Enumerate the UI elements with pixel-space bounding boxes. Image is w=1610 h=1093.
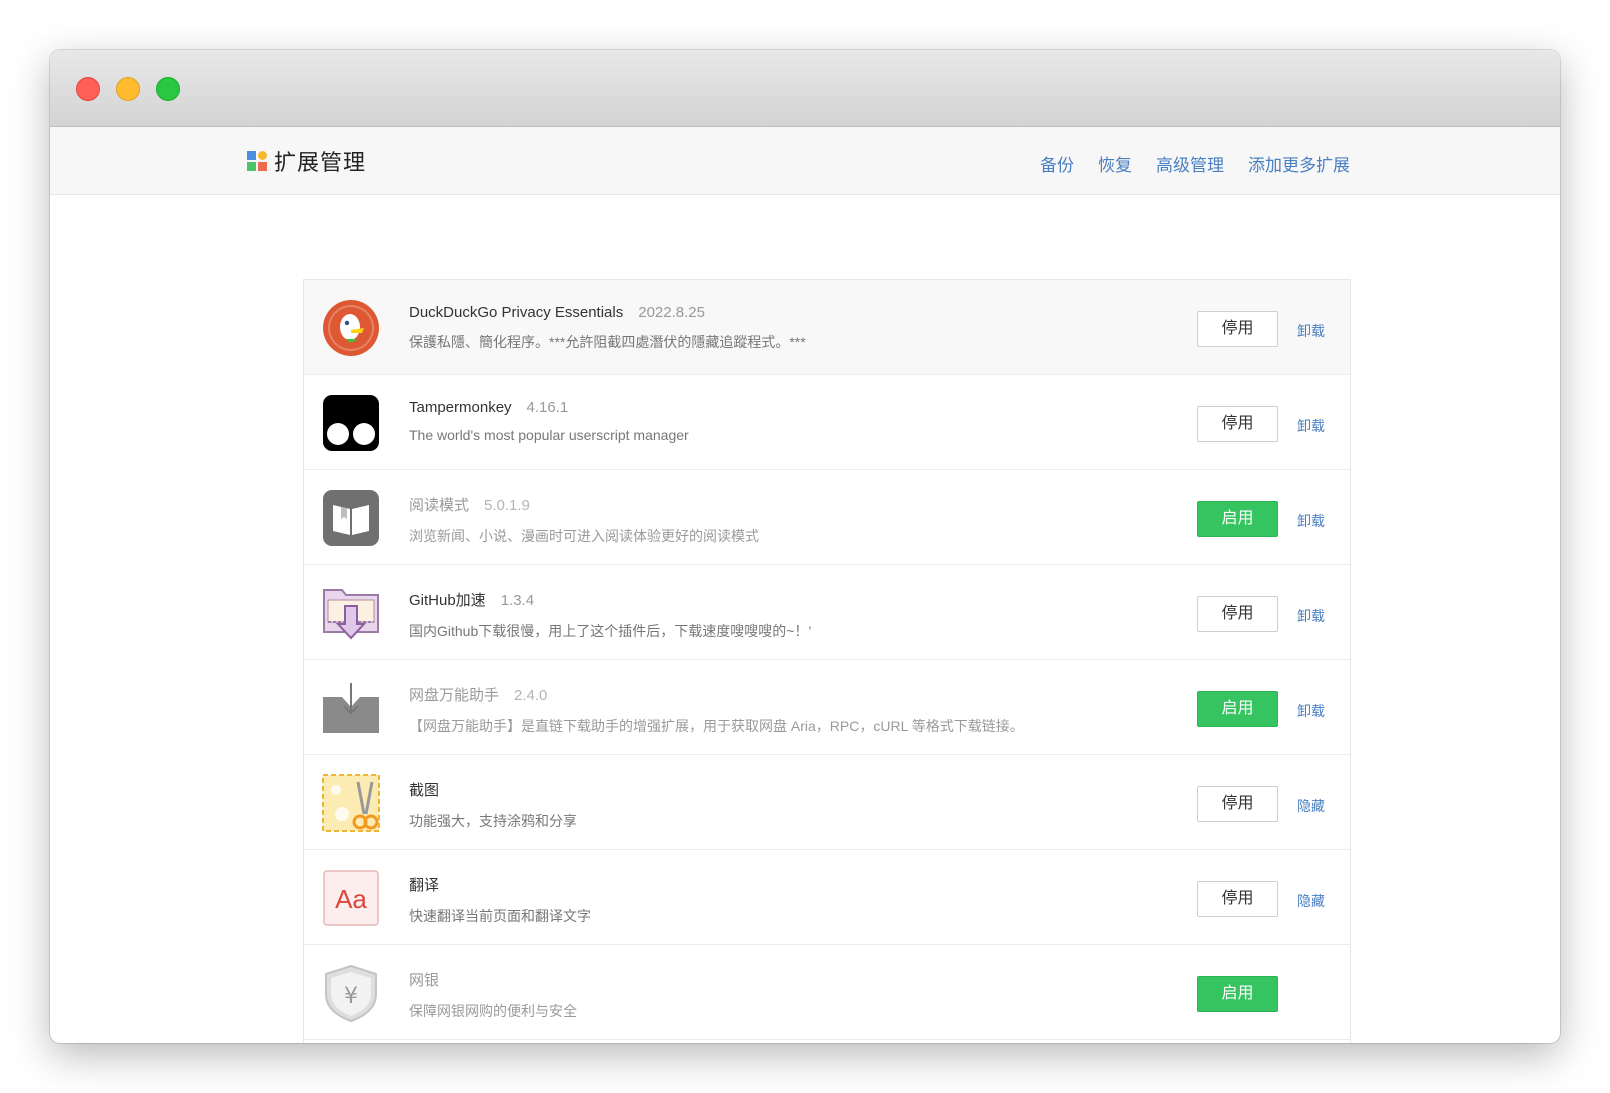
extension-version: 4.16.1	[526, 399, 569, 416]
github-accelerator-icon	[322, 584, 380, 642]
svg-text:¥: ¥	[344, 984, 358, 1009]
extension-description: 保護私隱、簡化程序。***允許阻截四處潛伏的隱藏追蹤程式。***	[409, 334, 806, 350]
uninstall-link[interactable]: 卸载	[1297, 416, 1325, 436]
extensions-grid-icon	[247, 151, 267, 171]
enable-button[interactable]: 启用	[1197, 691, 1278, 727]
maximize-window-button[interactable]	[156, 77, 180, 101]
disable-button[interactable]: 停用	[1197, 406, 1278, 442]
extension-description: 浏览新闻、小说、漫画时可进入阅读体验更好的阅读模式	[409, 528, 759, 544]
extension-description: 快速翻译当前页面和翻译文字	[409, 908, 591, 924]
netdisk-helper-icon	[322, 679, 380, 737]
extension-name: 网银	[409, 972, 440, 989]
page-header: 扩展管理 备份 恢复 高级管理 添加更多扩展	[50, 127, 1560, 195]
title-bar	[50, 50, 1560, 127]
disable-button[interactable]: 停用	[1197, 881, 1278, 917]
extension-name: 截图	[409, 782, 440, 799]
extension-version: 2022.8.25	[638, 304, 705, 321]
disable-button[interactable]: 停用	[1197, 786, 1278, 822]
extension-row: 阅读模式 5.0.1.9 浏览新闻、小说、漫画时可进入阅读体验更好的阅读模式 启…	[304, 470, 1350, 565]
header-nav: 备份 恢复 高级管理 添加更多扩展	[1040, 151, 1350, 176]
translate-aa-icon: Aa	[322, 869, 380, 927]
hide-link[interactable]: 隐藏	[1297, 891, 1325, 911]
extension-row: GitHub加速 1.3.4 国内Github下载很慢，用上了这个插件后，下载速…	[304, 565, 1350, 660]
disable-button[interactable]: 停用	[1197, 596, 1278, 632]
svg-text:Aa: Aa	[335, 884, 367, 914]
extension-version: 1.3.4	[500, 592, 535, 609]
extension-name: 翻译	[409, 877, 440, 894]
duckduckgo-icon	[322, 299, 380, 357]
screenshot-scissors-icon	[322, 774, 380, 832]
tampermonkey-icon	[322, 394, 380, 452]
enable-button[interactable]: 启用	[1197, 976, 1278, 1012]
uninstall-link[interactable]: 卸载	[1297, 606, 1325, 626]
extension-description: 【网盘万能助手】是直链下载助手的增强扩展，用于获取网盘 Aria，RPC，cUR…	[409, 718, 1024, 734]
extension-description: 功能强大，支持涂鸦和分享	[409, 813, 577, 829]
disable-button[interactable]: 停用	[1197, 311, 1278, 347]
minimize-window-button[interactable]	[116, 77, 140, 101]
uninstall-link[interactable]: 卸载	[1297, 511, 1325, 531]
extension-description: The world's most popular userscript mana…	[409, 427, 689, 443]
uninstall-link[interactable]: 卸载	[1297, 701, 1325, 721]
enable-button[interactable]: 启用	[1197, 501, 1278, 537]
extension-name: Tampermonkey	[409, 399, 512, 416]
extension-description: 保障网银网购的便利与安全	[409, 1003, 577, 1019]
restore-link[interactable]: 恢复	[1098, 151, 1132, 176]
brand: 扩展管理	[247, 145, 366, 177]
extension-description: 国内Github下载很慢，用上了这个插件后，下载速度嗖嗖嗖的~！’	[409, 623, 812, 639]
close-window-button[interactable]	[76, 77, 100, 101]
extension-row: 截图 功能强大，支持涂鸦和分享 停用 隐藏	[304, 755, 1350, 850]
extension-row: 网盘万能助手 2.4.0 【网盘万能助手】是直链下载助手的增强扩展，用于获取网盘…	[304, 660, 1350, 755]
backup-link[interactable]: 备份	[1040, 151, 1074, 176]
extension-version: 5.0.1.9	[484, 497, 530, 514]
extension-version: 2.4.0	[514, 687, 548, 704]
extension-list: DuckDuckGo Privacy Essentials 2022.8.25 …	[303, 279, 1351, 1043]
uninstall-link[interactable]: 卸载	[1297, 321, 1325, 341]
extension-name: 阅读模式	[409, 497, 470, 514]
extension-name: GitHub加速	[409, 592, 486, 609]
hide-link[interactable]: 隐藏	[1297, 796, 1325, 816]
extension-row: ¥ 网银 保障网银网购的便利与安全 启用	[304, 945, 1350, 1040]
advanced-management-link[interactable]: 高级管理	[1156, 151, 1224, 176]
extension-row: Aa 翻译 快速翻译当前页面和翻译文字 停用 隐藏	[304, 850, 1350, 945]
extension-name: DuckDuckGo Privacy Essentials	[409, 304, 624, 321]
extension-row: Tampermonkey 4.16.1 The world's most pop…	[304, 375, 1350, 470]
add-more-extensions-link[interactable]: 添加更多扩展	[1248, 151, 1350, 176]
extension-name: 网盘万能助手	[409, 687, 500, 704]
browser-window: 扩展管理 备份 恢复 高级管理 添加更多扩展 DuckDuckGo Privac…	[50, 50, 1560, 1043]
online-bank-shield-icon: ¥	[322, 964, 380, 1023]
reader-mode-icon	[322, 489, 380, 547]
extension-row: DuckDuckGo Privacy Essentials 2022.8.25 …	[304, 280, 1350, 375]
page-title: 扩展管理	[274, 150, 367, 175]
